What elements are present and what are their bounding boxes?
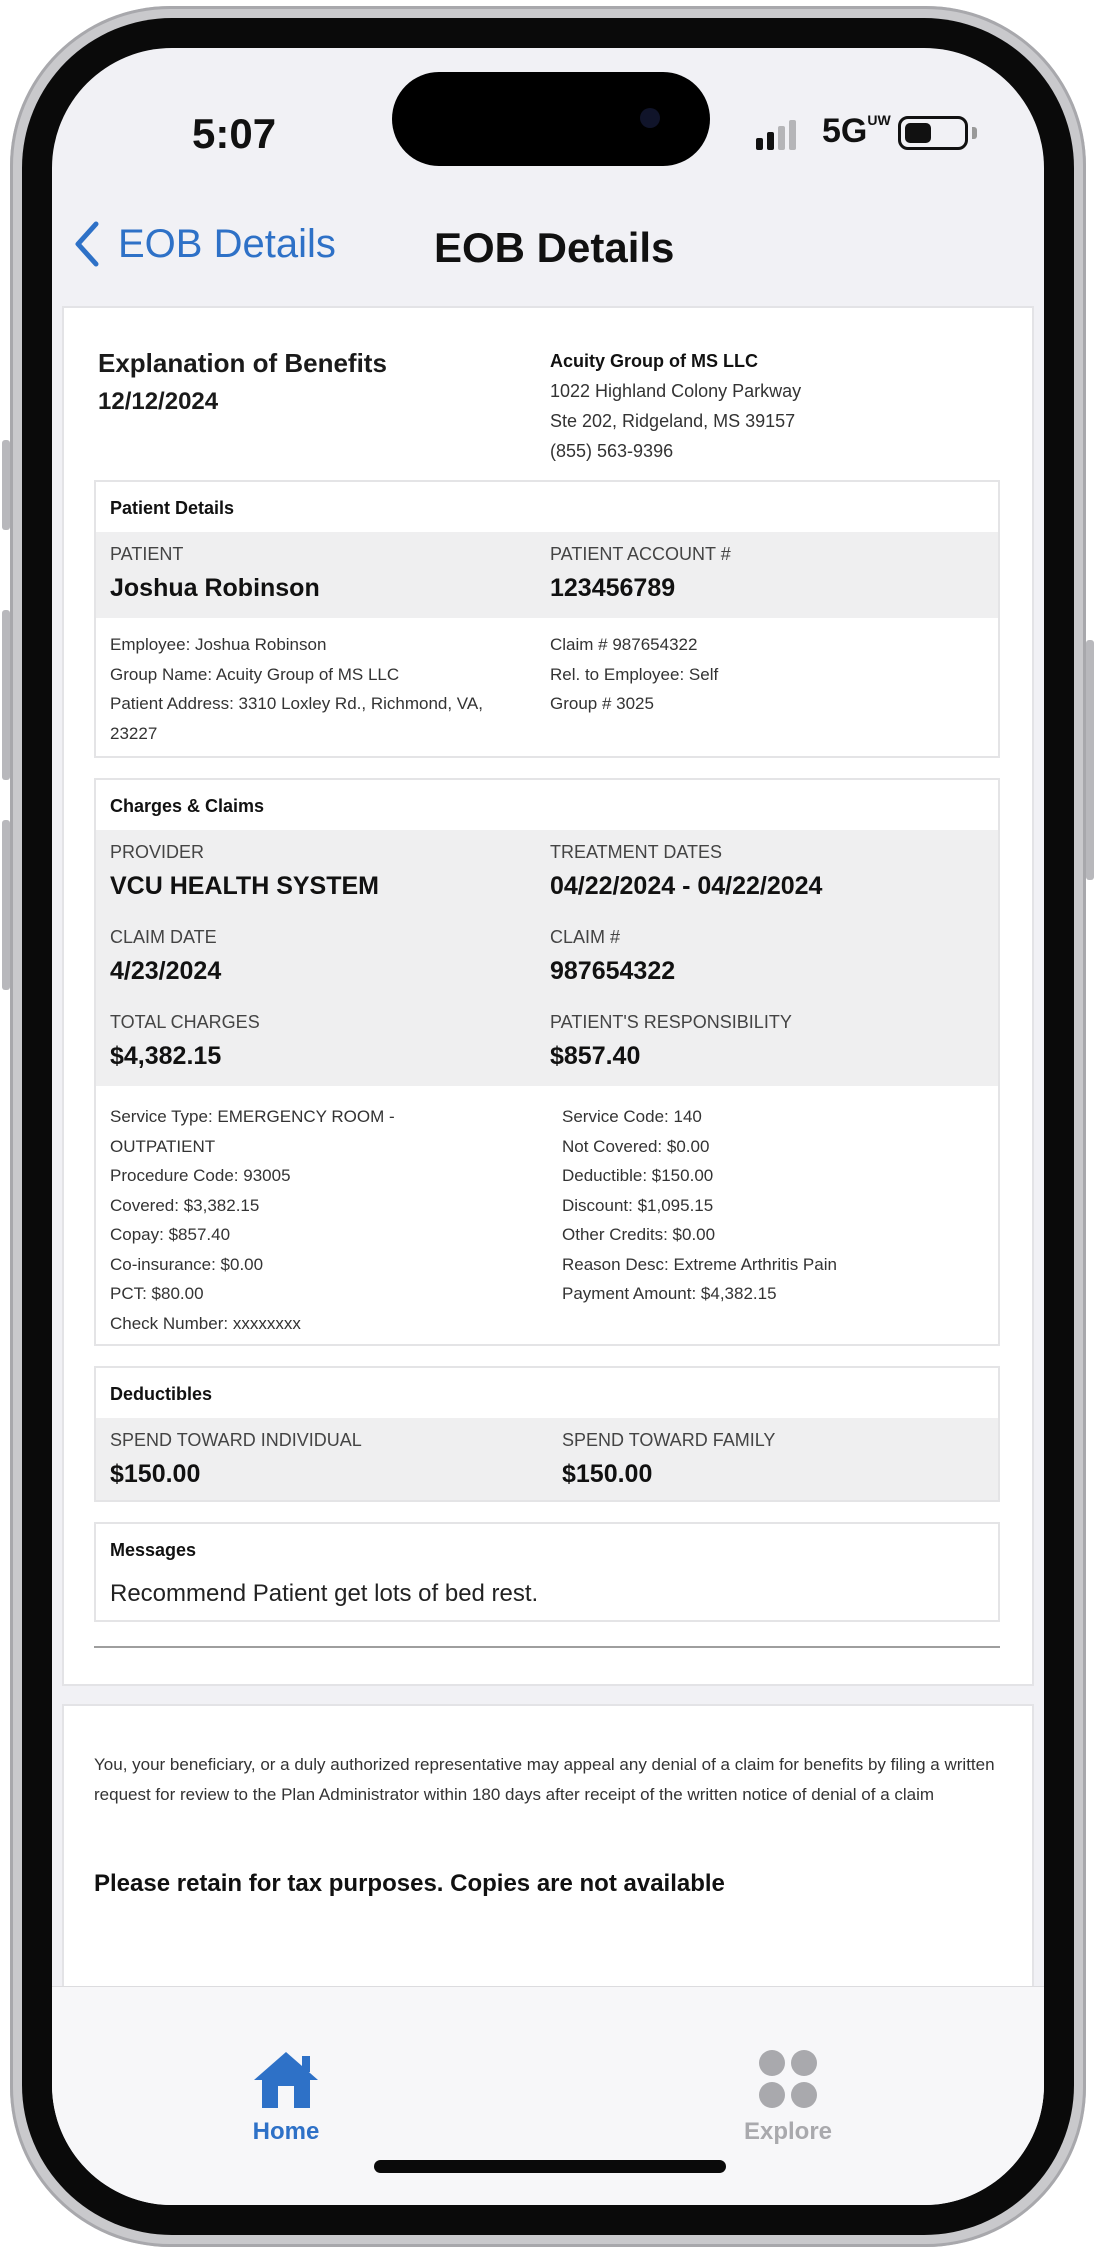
patient-band: PATIENT Joshua Robinson PATIENT ACCOUNT …	[96, 532, 998, 618]
section-heading: Deductibles	[110, 1384, 213, 1404]
divider	[94, 1646, 1000, 1648]
retain-notice: Please retain for tax purposes. Copies a…	[94, 1870, 725, 1897]
message-text: Recommend Patient get lots of bed rest.	[110, 1580, 539, 1607]
tab-label: Home	[252, 2118, 320, 2145]
section-heading: Patient Details	[110, 498, 235, 518]
provider-name: VCU HEALTH SYSTEM	[110, 872, 379, 900]
status-time: 5:07	[192, 110, 277, 157]
section-heading: Charges & Claims	[110, 796, 265, 816]
claim-no-label: CLAIM #	[550, 927, 621, 947]
list-item: Procedure Code: 93005	[110, 1166, 291, 1185]
list-item: OUTPATIENT	[110, 1136, 216, 1156]
family-spend: $150.00	[562, 1460, 653, 1488]
charges-section: Charges & Claims PROVIDER VCU HEALTH SYS…	[94, 778, 1000, 1346]
back-button[interactable]: EOB Details	[72, 220, 336, 268]
chevron-left-icon	[75, 221, 99, 267]
tab-label: Explore	[744, 2118, 833, 2145]
disclaimer-text: You, your beneficiary, or a duly authori…	[94, 1755, 995, 1804]
patient-info-right: Claim # 987654322 Rel. to Employee: Self…	[550, 630, 718, 719]
list-item: Rel. to Employee: Self	[550, 664, 719, 684]
account-label: PATIENT ACCOUNT #	[550, 544, 731, 564]
eob-date: 12/12/2024	[98, 388, 219, 415]
list-item: Group # 3025	[550, 694, 654, 713]
claim-date-label: CLAIM DATE	[110, 927, 217, 947]
messages-section: Messages Recommend Patient get lots of b…	[94, 1522, 1000, 1622]
claim-number: 987654322	[550, 957, 676, 985]
company-name: Acuity Group of MS LLC	[550, 351, 758, 371]
individual-label: SPEND TOWARD INDIVIDUAL	[110, 1430, 362, 1450]
network-indicator: 5GUW	[822, 112, 891, 151]
account-number: 123456789	[550, 574, 676, 602]
responsibility-label: PATIENT'S RESPONSIBILITY	[550, 1012, 792, 1032]
grid-icon	[759, 2050, 818, 2108]
list-item: Copay: $857.40	[110, 1225, 231, 1244]
back-label: EOB Details	[118, 221, 336, 266]
list-item: Payment Amount: $4,382.15	[562, 1284, 777, 1303]
section-heading: Messages	[110, 1540, 197, 1560]
company-info: Acuity Group of MS LLC 1022 Highland Col…	[550, 346, 801, 466]
individual-spend: $150.00	[110, 1460, 201, 1488]
screen: 5:07 5GUW EOB Details EOB Details Explan…	[52, 48, 1044, 2205]
network-suffix: UW	[867, 112, 891, 128]
volume-down-button	[2, 820, 10, 990]
patient-label: PATIENT	[110, 544, 184, 564]
treatment-dates: 04/22/2024 - 04/22/2024	[550, 872, 823, 900]
patient-details-section: Patient Details PATIENT Joshua Robinson …	[94, 480, 1000, 758]
list-item: Claim # 987654322	[550, 635, 698, 654]
dynamic-island	[392, 72, 710, 166]
charges-details-left: Service Type: EMERGENCY ROOM - OUTPATIEN…	[110, 1102, 395, 1338]
list-item: Service Type: EMERGENCY ROOM -	[110, 1107, 395, 1126]
provider-label: PROVIDER	[110, 842, 205, 862]
patient-responsibility: $857.40	[550, 1042, 641, 1070]
total-charges: $4,382.15	[110, 1042, 222, 1070]
total-label: TOTAL CHARGES	[110, 1012, 260, 1032]
disclaimer-card	[62, 1704, 1034, 2004]
company-address-1: 1022 Highland Colony Parkway	[550, 381, 802, 401]
deductibles-band: SPEND TOWARD INDIVIDUAL $150.00 SPEND TO…	[96, 1418, 998, 1500]
page-title: EOB Details	[434, 224, 675, 271]
home-icon	[254, 2052, 318, 2108]
list-item: Employee: Joshua Robinson	[110, 635, 327, 654]
power-button	[1086, 640, 1094, 880]
camera-icon	[640, 108, 660, 128]
tab-explore[interactable]: Explore	[744, 2048, 832, 2146]
patient-name: Joshua Robinson	[110, 574, 320, 602]
list-item: Not Covered: $0.00	[562, 1136, 710, 1156]
list-item: Group Name: Acuity Group of MS LLC	[110, 664, 400, 684]
list-item: Service Code: 140	[562, 1107, 702, 1126]
list-item: Deductible: $150.00	[562, 1166, 714, 1185]
list-item: Co-insurance: $0.00	[110, 1254, 264, 1274]
list-item: 23227	[110, 723, 158, 743]
battery-icon	[898, 116, 968, 150]
list-item: Discount: $1,095.15	[562, 1195, 714, 1215]
action-button	[2, 440, 10, 530]
patient-info-left: Employee: Joshua Robinson Group Name: Ac…	[110, 630, 483, 748]
list-item: Patient Address: 3310 Loxley Rd., Richmo…	[110, 694, 483, 713]
charges-details-right: Service Code: 140 Not Covered: $0.00 Ded…	[562, 1102, 837, 1309]
list-item: Reason Desc: Extreme Arthritis Pain	[562, 1254, 837, 1274]
volume-up-button	[2, 610, 10, 780]
signal-icon	[756, 120, 796, 150]
claim-date: 4/23/2024	[110, 957, 222, 985]
battery-tip	[972, 127, 977, 139]
list-item: Other Credits: $0.00	[562, 1225, 716, 1244]
list-item: Check Number: xxxxxxxx	[110, 1313, 301, 1333]
charges-band: PROVIDER VCU HEALTH SYSTEM TREATMENT DAT…	[96, 830, 998, 1086]
tab-home[interactable]: Home	[250, 2048, 322, 2146]
deductibles-section: Deductibles SPEND TOWARD INDIVIDUAL $150…	[94, 1366, 1000, 1502]
company-address-2: Ste 202, Ridgeland, MS 39157	[550, 411, 796, 431]
family-label: SPEND TOWARD FAMILY	[562, 1430, 776, 1450]
treatment-label: TREATMENT DATES	[550, 842, 723, 862]
home-indicator[interactable]	[374, 2160, 726, 2173]
eob-title: Explanation of Benefits	[98, 348, 387, 378]
list-item: Covered: $3,382.15	[110, 1195, 260, 1215]
company-phone[interactable]: (855) 563-9396	[550, 436, 801, 466]
network-label: 5G	[822, 112, 868, 150]
list-item: PCT: $80.00	[110, 1284, 204, 1303]
